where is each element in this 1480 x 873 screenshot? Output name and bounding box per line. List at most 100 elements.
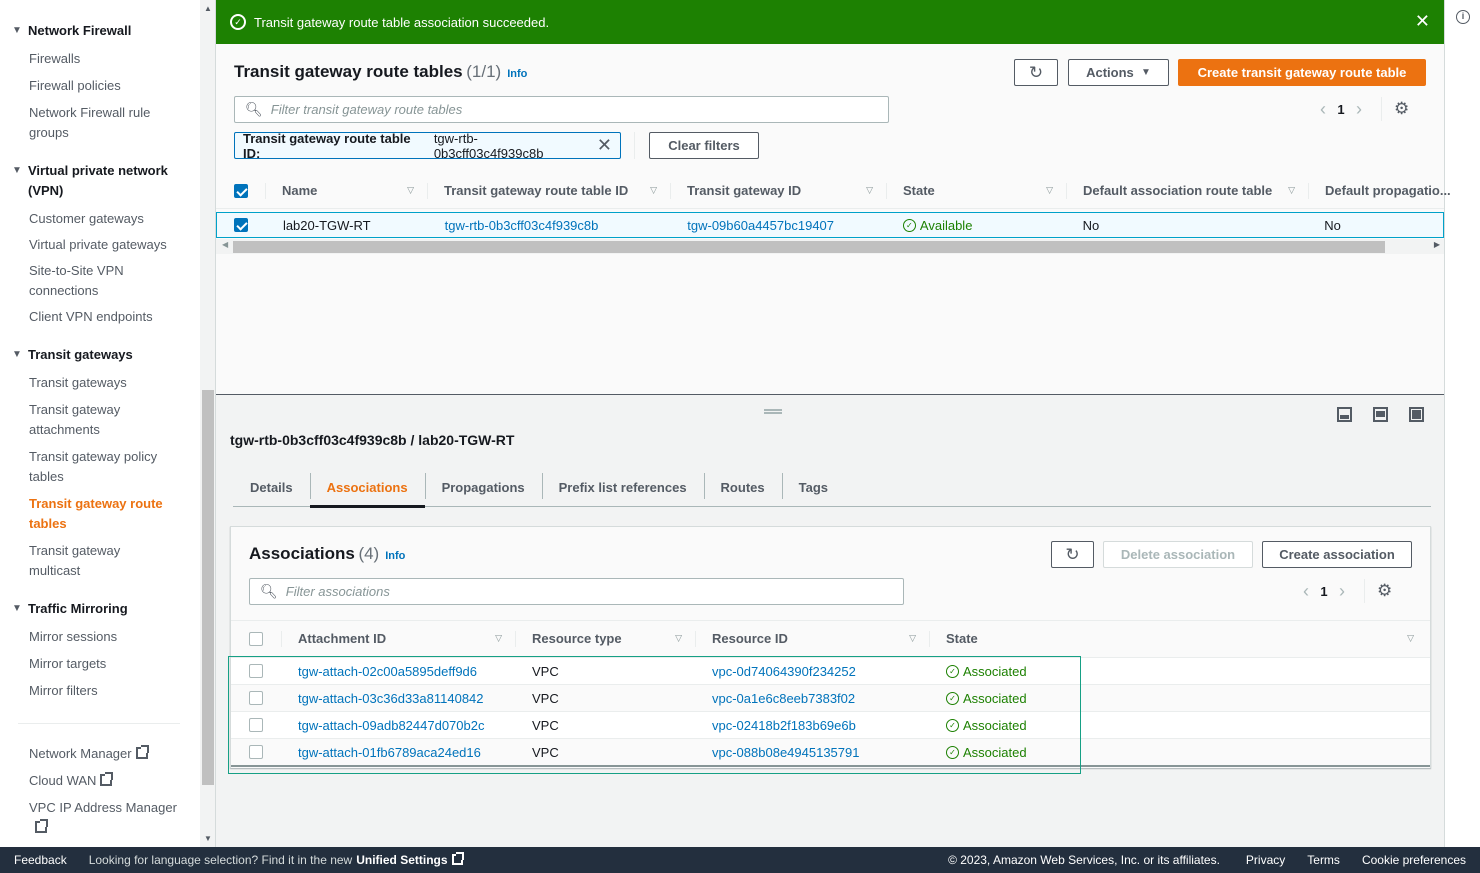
resource-id-link[interactable]: vpc-088b08e4945135791 — [712, 745, 859, 760]
attachment-id-link[interactable]: tgw-attach-03c36d33a81140842 — [298, 691, 484, 706]
table-row[interactable]: tgw-attach-02c00a5895deff9d6 VPC vpc-0d7… — [231, 657, 1430, 684]
sidebar-item-firewall-policies[interactable]: Firewall policies — [29, 76, 179, 96]
refresh-button[interactable]: ↻ — [1014, 59, 1058, 86]
scroll-right-icon[interactable]: ▶ — [1434, 240, 1440, 249]
page-number[interactable]: 1 — [1316, 584, 1332, 599]
table-row[interactable]: tgw-attach-03c36d33a81140842 VPC vpc-0a1… — [231, 684, 1430, 711]
prev-page-icon[interactable]: ‹ — [1296, 581, 1316, 602]
tab-tags[interactable]: Tags — [781, 467, 845, 507]
sidebar-item-transit-gateways[interactable]: Transit gateways — [29, 373, 179, 393]
cookie-preferences-link[interactable]: Cookie preferences — [1362, 853, 1466, 867]
scroll-down-icon[interactable]: ▼ — [204, 834, 212, 843]
sidebar-item-site-to-site-vpn[interactable]: Site-to-Site VPN connections — [29, 261, 139, 301]
refresh-button[interactable]: ↻ — [1051, 541, 1094, 568]
row-checkbox[interactable] — [249, 691, 263, 705]
resize-handle[interactable] — [764, 409, 782, 414]
col-default-prop[interactable]: Default propagatio... — [1309, 173, 1451, 208]
col-resource-id[interactable]: Resource ID ▽ — [696, 621, 930, 656]
prev-page-icon[interactable]: ‹ — [1313, 99, 1333, 120]
sidebar-link-ipam[interactable]: VPC IP Address Manager — [29, 798, 179, 838]
row-checkbox[interactable] — [234, 218, 248, 232]
sidebar-item-client-vpn[interactable]: Client VPN endpoints — [29, 307, 179, 327]
settings-icon[interactable]: ⚙ — [1377, 581, 1392, 601]
col-resource-type[interactable]: Resource type ▽ — [516, 621, 696, 656]
nav-section-toggle[interactable]: ▼ Network Firewall — [12, 21, 200, 41]
row-checkbox[interactable] — [249, 718, 263, 732]
sidebar-item-tgw-multicast[interactable]: Transit gateway multicast — [29, 541, 139, 581]
col-state[interactable]: State ▽ — [930, 621, 1430, 656]
actions-button[interactable]: Actions ▼ — [1068, 59, 1169, 86]
scrollbar-thumb[interactable] — [202, 390, 214, 785]
select-all-checkbox[interactable] — [249, 631, 263, 646]
remove-filter-icon[interactable]: ✕ — [597, 135, 612, 156]
sidebar-item-firewalls[interactable]: Firewalls — [29, 49, 179, 69]
resource-id-link[interactable]: vpc-0d74064390f234252 — [712, 664, 856, 679]
tab-associations[interactable]: Associations — [309, 467, 425, 508]
route-table-filter-input[interactable] — [270, 102, 850, 117]
next-page-icon[interactable]: › — [1349, 99, 1369, 120]
sidebar-item-rule-groups[interactable]: Network Firewall rule groups — [29, 103, 179, 143]
sidebar-link-network-manager[interactable]: Network Manager — [29, 744, 179, 764]
delete-association-button[interactable]: Delete association — [1103, 541, 1253, 568]
resource-id-link[interactable]: vpc-0a1e6c8eeb7383f02 — [712, 691, 855, 706]
sidebar-item-virtual-private-gateways[interactable]: Virtual private gateways — [29, 235, 179, 255]
associations-filter-input[interactable] — [285, 584, 865, 599]
col-default-assoc[interactable]: Default association route table ▽ — [1067, 173, 1309, 208]
col-name[interactable]: Name ▽ — [266, 173, 428, 208]
sidebar-scrollbar[interactable]: ▲ ▼ — [200, 0, 216, 847]
sidebar-item-tgw-policy-tables[interactable]: Transit gateway policy tables — [29, 447, 169, 487]
nav-section-toggle[interactable]: ▼ Transit gateways — [12, 345, 200, 365]
row-checkbox[interactable] — [249, 745, 263, 759]
split-full-icon[interactable] — [1409, 407, 1424, 422]
info-icon[interactable]: i — [1456, 10, 1470, 24]
tab-propagations[interactable]: Propagations — [424, 467, 542, 507]
split-bottom-icon[interactable] — [1337, 407, 1352, 422]
route-table-filter[interactable]: 🔍︎ — [234, 96, 889, 123]
resource-id-link[interactable]: vpc-02418b2f183b69e6b — [712, 718, 856, 733]
page-number[interactable]: 1 — [1333, 102, 1349, 117]
split-side-icon[interactable] — [1373, 407, 1388, 422]
table-row[interactable]: lab20-TGW-RT tgw-rtb-0b3cff03c4f939c8b t… — [216, 212, 1444, 238]
tgw-id-link[interactable]: tgw-09b60a4457bc19407 — [687, 218, 834, 233]
create-association-button[interactable]: Create association — [1262, 541, 1412, 568]
scroll-left-icon[interactable]: ◀ — [222, 240, 228, 249]
terms-link[interactable]: Terms — [1307, 853, 1340, 867]
associations-filter[interactable]: 🔍︎ — [249, 578, 904, 605]
scroll-up-icon[interactable]: ▲ — [204, 4, 212, 13]
close-icon[interactable]: ✕ — [1415, 11, 1430, 32]
col-state[interactable]: State ▽ — [887, 173, 1067, 208]
table-row[interactable]: tgw-attach-01fb6789aca24ed16 VPC vpc-088… — [231, 738, 1430, 767]
col-attachment-id[interactable]: Attachment ID ▽ — [282, 621, 516, 656]
attachment-id-link[interactable]: tgw-attach-09adb82447d070b2c — [298, 718, 484, 733]
privacy-link[interactable]: Privacy — [1246, 853, 1285, 867]
sidebar-item-tgw-attachments[interactable]: Transit gateway attachments — [29, 400, 139, 440]
unified-settings-link[interactable]: Unified Settings — [356, 852, 464, 867]
row-checkbox[interactable] — [249, 664, 263, 678]
sidebar-item-mirror-filters[interactable]: Mirror filters — [29, 681, 179, 701]
sidebar-item-customer-gateways[interactable]: Customer gateways — [29, 209, 179, 229]
feedback-link[interactable]: Feedback — [14, 853, 67, 867]
select-all-checkbox[interactable] — [234, 183, 248, 198]
scrollbar-thumb[interactable] — [233, 241, 1385, 253]
sidebar-item-mirror-sessions[interactable]: Mirror sessions — [29, 627, 179, 647]
attachment-id-link[interactable]: tgw-attach-02c00a5895deff9d6 — [298, 664, 477, 679]
sidebar-item-mirror-targets[interactable]: Mirror targets — [29, 654, 179, 674]
clear-filters-button[interactable]: Clear filters — [649, 132, 759, 159]
sidebar-item-tgw-route-tables[interactable]: Transit gateway route tables — [29, 494, 169, 534]
tab-prefix-list-references[interactable]: Prefix list references — [541, 467, 704, 507]
route-table-id-link[interactable]: tgw-rtb-0b3cff03c4f939c8b — [445, 218, 599, 233]
nav-section-toggle[interactable]: ▼ Traffic Mirroring — [12, 599, 200, 619]
table-row[interactable]: tgw-attach-09adb82447d070b2c VPC vpc-024… — [231, 711, 1430, 738]
tab-routes[interactable]: Routes — [703, 467, 782, 507]
horizontal-scrollbar[interactable]: ◀ ▶ — [216, 239, 1444, 254]
attachment-id-link[interactable]: tgw-attach-01fb6789aca24ed16 — [298, 745, 481, 760]
info-link[interactable]: Info — [507, 68, 527, 80]
sidebar-link-cloud-wan[interactable]: Cloud WAN — [29, 771, 179, 791]
next-page-icon[interactable]: › — [1332, 581, 1352, 602]
nav-section-toggle[interactable]: ▼ Virtual private network (VPN) — [12, 161, 200, 201]
create-route-table-button[interactable]: Create transit gateway route table — [1178, 59, 1426, 86]
col-route-table-id[interactable]: Transit gateway route table ID ▽ — [428, 173, 671, 208]
info-link[interactable]: Info — [385, 550, 405, 562]
col-tgw-id[interactable]: Transit gateway ID ▽ — [671, 173, 887, 208]
tab-details[interactable]: Details — [233, 467, 310, 507]
